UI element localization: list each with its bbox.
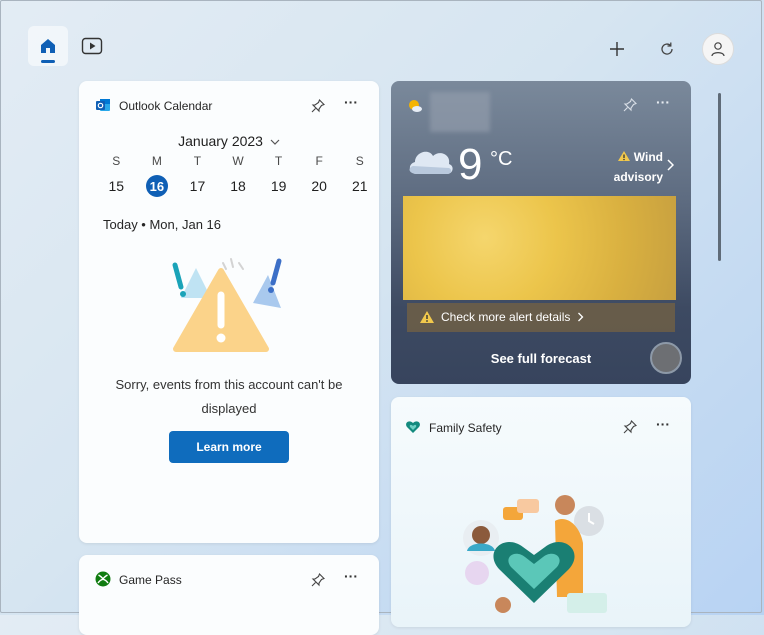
month-label: January 2023: [178, 133, 263, 149]
pin-icon[interactable]: [622, 419, 638, 435]
weekday-label: M: [151, 154, 162, 168]
add-widget-button[interactable]: [601, 33, 633, 65]
more-options-icon[interactable]: ···: [344, 94, 358, 110]
widget-title: Family Safety: [429, 421, 502, 435]
outlook-icon: [96, 99, 110, 111]
warning-illustration: [172, 258, 282, 352]
location-blurred: [430, 92, 490, 132]
refresh-button[interactable]: [651, 33, 683, 65]
weekday-label: S: [355, 154, 364, 168]
widget-title: Game Pass: [119, 573, 182, 587]
date-cell[interactable]: 18: [218, 175, 259, 197]
date-row: 15 16 17 18 19 20 21: [96, 175, 379, 197]
warning-icon: [617, 151, 630, 161]
date-cell-today[interactable]: 16: [137, 175, 178, 197]
family-illustration: [463, 495, 607, 613]
person-icon: [711, 42, 725, 57]
temperature: 9: [458, 140, 483, 189]
scrollbar-thumb[interactable]: [718, 93, 721, 261]
outlook-calendar-widget: Outlook Calendar ··· January 2023 S M T …: [79, 81, 379, 543]
alert-title: Wind: [633, 150, 663, 164]
weekday-label: T: [274, 154, 283, 168]
cloud-icon: [409, 151, 453, 174]
game-pass-widget[interactable]: Game Pass ···: [79, 555, 379, 635]
more-options-icon[interactable]: ···: [656, 416, 670, 432]
date-cell[interactable]: 19: [258, 175, 299, 197]
active-tab-indicator: [41, 60, 55, 63]
plus-icon: [610, 42, 624, 56]
month-selector[interactable]: January 2023: [79, 133, 379, 149]
alert-subtitle: advisory: [613, 170, 663, 184]
wind-alert-line: Wind: [603, 147, 663, 167]
learn-more-button[interactable]: Learn more: [169, 431, 289, 463]
date-cell[interactable]: 21: [339, 175, 379, 197]
widget-header: Outlook Calendar ···: [79, 81, 379, 127]
see-full-forecast-link[interactable]: See full forecast: [391, 351, 691, 366]
weather-widget[interactable]: ··· 9 °C Wind advisory Check more alert …: [391, 81, 691, 384]
family-safety-icon: [406, 421, 420, 433]
profile-button[interactable]: [702, 33, 734, 65]
widget-title: Outlook Calendar: [119, 99, 213, 113]
wind-advisory-link[interactable]: Wind advisory: [603, 147, 663, 187]
weekday-label: T: [193, 154, 202, 168]
date-cell[interactable]: 20: [299, 175, 340, 197]
pin-icon[interactable]: [622, 97, 638, 113]
today-heading: Today • Mon, Jan 16: [103, 217, 222, 232]
video-icon: [81, 37, 103, 55]
error-message: Sorry, events from this account can't be…: [115, 377, 343, 416]
chevron-right-icon[interactable]: [666, 159, 674, 171]
more-options-icon[interactable]: ···: [656, 94, 670, 110]
family-safety-widget[interactable]: Family Safety ···: [391, 397, 691, 627]
chevron-down-icon: [270, 139, 280, 146]
alert-details-label: Check more alert details: [441, 310, 571, 324]
date-cell[interactable]: 17: [177, 175, 218, 197]
alert-details-link[interactable]: Check more alert details: [441, 310, 584, 324]
pin-icon[interactable]: [310, 98, 326, 114]
pin-icon[interactable]: [310, 572, 326, 588]
video-tab[interactable]: [72, 26, 112, 66]
refresh-icon: [661, 42, 673, 55]
weather-avatar[interactable]: [650, 342, 682, 374]
weather-map[interactable]: [403, 196, 676, 300]
xbox-icon: [95, 571, 111, 587]
alert-details-bar[interactable]: Check more alert details: [407, 303, 675, 332]
weekday-label: F: [315, 154, 323, 168]
weekday-label: S: [112, 154, 121, 168]
today-circle: 16: [145, 175, 168, 197]
sun-cloud-icon: [409, 100, 422, 112]
more-options-icon[interactable]: ···: [344, 568, 358, 584]
weekday-label: W: [232, 154, 244, 168]
warning-icon: [420, 311, 434, 323]
date-cell[interactable]: 15: [96, 175, 137, 197]
temperature-unit: °C: [490, 148, 513, 170]
home-icon: [41, 39, 55, 53]
home-tab[interactable]: [28, 26, 68, 66]
weekday-row: S M T W T F S: [96, 154, 379, 168]
chevron-right-icon: [577, 312, 584, 322]
